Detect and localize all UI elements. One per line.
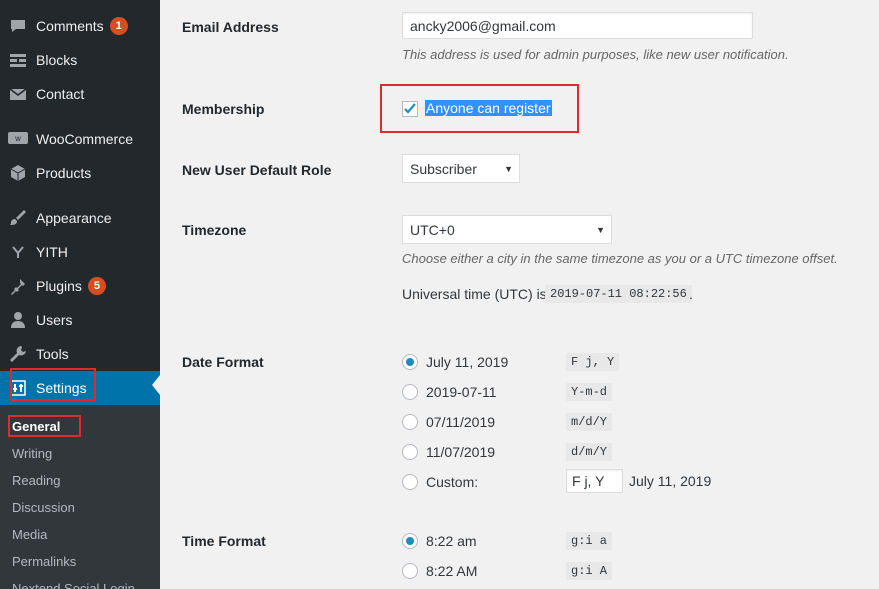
menu-item-plugins[interactable]: Plugins 5: [0, 269, 160, 303]
submenu-item-discussion[interactable]: Discussion: [12, 500, 75, 515]
date-format-option-label[interactable]: 07/11/2019: [426, 414, 495, 430]
envelope-icon: [8, 84, 28, 104]
products-icon: [8, 163, 28, 183]
blocks-icon: [8, 50, 28, 70]
chevron-down-icon: ▼: [504, 163, 513, 174]
menu-item-blocks[interactable]: Blocks: [0, 43, 160, 77]
menu-item-products[interactable]: Products: [0, 156, 160, 190]
menu-label: Products: [36, 165, 92, 181]
email-field[interactable]: ancky2006@gmail.com: [402, 12, 753, 39]
menu-item-users[interactable]: Users: [0, 303, 160, 337]
wrench-icon: [8, 344, 28, 364]
date-format-radio-d-m-y[interactable]: [402, 444, 418, 460]
menu-item-tools[interactable]: Tools: [0, 337, 160, 371]
menu-label: Comments: [36, 18, 104, 34]
date-format-option-label[interactable]: 2019-07-11: [426, 384, 497, 400]
menu-label: Appearance: [36, 210, 112, 226]
menu-label: WooCommerce: [36, 131, 133, 147]
date-format-radio-f-j-y[interactable]: [402, 354, 418, 370]
default-role-label: New User Default Role: [182, 162, 332, 178]
timezone-description: Choose either a city in the same timezon…: [402, 251, 838, 266]
admin-sidebar: Comments 1 Blocks Contact W WooCommerce …: [0, 0, 160, 589]
plugin-icon: [8, 276, 28, 296]
utc-suffix-text: .: [689, 286, 693, 302]
date-format-code: Y-m-d: [566, 383, 613, 401]
time-format-label: Time Format: [182, 533, 266, 549]
submenu-item-permalinks[interactable]: Permalinks: [12, 554, 76, 569]
date-format-code: F j, Y: [566, 353, 620, 371]
paintbrush-icon: [8, 208, 28, 228]
date-format-label: Date Format: [182, 354, 264, 370]
svg-text:W: W: [15, 136, 21, 143]
date-format-code: m/d/Y: [566, 413, 613, 431]
menu-item-comments[interactable]: Comments 1: [0, 9, 160, 43]
radio-dot: [406, 358, 414, 366]
menu-label: Blocks: [36, 52, 78, 68]
submenu-item-media[interactable]: Media: [12, 527, 47, 542]
default-role-value: Subscriber: [410, 160, 477, 177]
settings-highlight-box: [10, 368, 96, 401]
general-settings-form: Email Address ancky2006@gmail.com This a…: [160, 0, 879, 589]
time-format-radio-g-i-A[interactable]: [402, 563, 418, 579]
submenu-item-writing[interactable]: Writing: [12, 446, 52, 461]
menu-item-appearance[interactable]: Appearance: [0, 201, 160, 235]
menu-item-woocommerce[interactable]: W WooCommerce: [0, 122, 160, 156]
date-format-radio-y-m-d[interactable]: [402, 384, 418, 400]
menu-label: Tools: [36, 346, 69, 362]
general-highlight-box: [8, 415, 81, 437]
time-format-code: g:i A: [566, 562, 613, 580]
chevron-down-icon: ▼: [596, 224, 605, 235]
submenu-item-nextend-social-login[interactable]: Nextend Social Login: [12, 581, 135, 589]
custom-date-format-preview: July 11, 2019: [629, 473, 712, 489]
time-format-radio-g-i-a[interactable]: [402, 533, 418, 549]
email-label: Email Address: [182, 19, 279, 35]
membership-label: Membership: [182, 101, 265, 117]
custom-date-format-field[interactable]: F j, Y: [566, 469, 623, 493]
utc-prefix-text: Universal time (UTC) is: [402, 286, 547, 302]
users-icon: [8, 310, 28, 330]
plugins-count-badge: 5: [87, 277, 106, 295]
menu-label: Users: [36, 312, 73, 328]
comments-count-badge: 1: [109, 17, 128, 35]
yith-icon: [8, 242, 28, 262]
menu-item-contact[interactable]: Contact: [0, 77, 160, 111]
email-description: This address is used for admin purposes,…: [402, 47, 789, 62]
timezone-select[interactable]: UTC+0 ▼: [402, 215, 612, 244]
active-menu-arrow: [152, 375, 160, 395]
date-format-radio-m-d-y[interactable]: [402, 414, 418, 430]
woocommerce-icon: W: [8, 129, 28, 149]
timezone-label: Timezone: [182, 222, 247, 238]
submenu-item-reading[interactable]: Reading: [12, 473, 60, 488]
menu-label: Contact: [36, 86, 85, 102]
date-format-code: d/m/Y: [566, 443, 613, 461]
time-format-option-label[interactable]: 8:22 AM: [426, 563, 477, 579]
utc-time-value: 2019-07-11 08:22:56: [545, 285, 692, 303]
menu-label: YITH: [36, 244, 68, 260]
comments-icon: [8, 16, 28, 36]
date-format-option-label[interactable]: July 11, 2019: [426, 354, 508, 370]
menu-label: Plugins: [36, 278, 82, 294]
radio-dot: [406, 537, 414, 545]
time-format-code: g:i a: [566, 532, 613, 550]
menu-item-yith[interactable]: YITH: [0, 235, 160, 269]
default-role-select[interactable]: Subscriber ▼: [402, 154, 520, 183]
membership-highlight-box: [380, 84, 579, 133]
custom-date-format-label[interactable]: Custom:: [426, 474, 478, 490]
date-format-option-label[interactable]: 11/07/2019: [426, 444, 495, 460]
timezone-value: UTC+0: [410, 221, 455, 238]
time-format-option-label[interactable]: 8:22 am: [426, 533, 477, 549]
date-format-radio-custom[interactable]: [402, 474, 418, 490]
